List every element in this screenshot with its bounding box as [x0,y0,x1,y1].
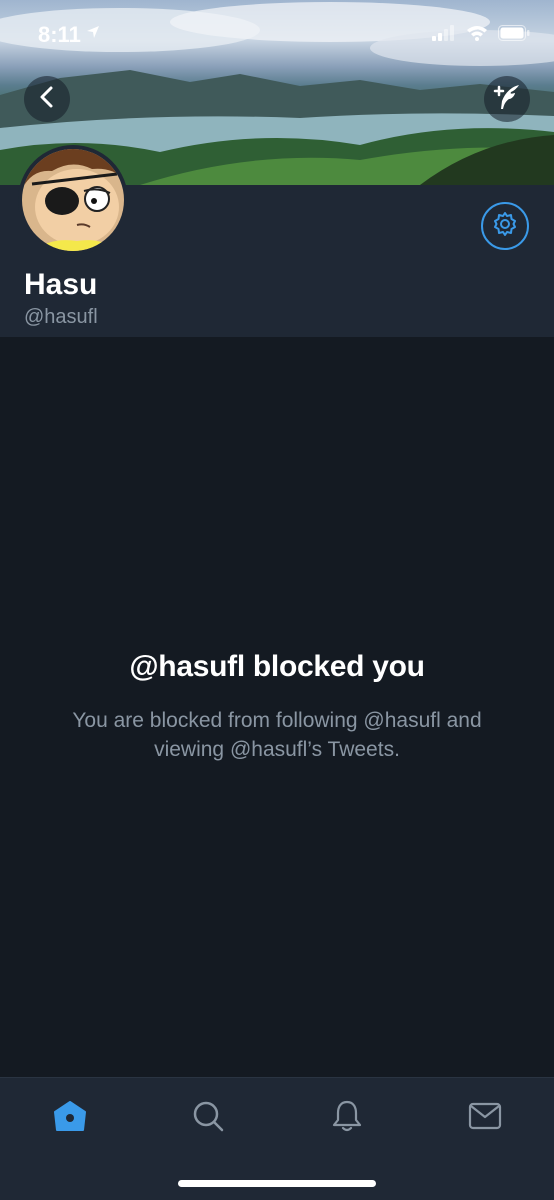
wifi-icon [466,25,488,46]
home-indicator[interactable] [178,1180,376,1187]
profile-display-name: Hasu [24,268,98,301]
blocked-description: You are blocked from following @hasufl a… [72,709,482,761]
compose-tweet-icon [493,83,521,116]
profile-settings-button[interactable] [481,202,529,250]
chevron-left-icon [37,85,57,114]
status-time: 8:11 [38,22,81,47]
gear-icon [492,211,518,242]
home-icon [53,1100,87,1137]
back-button[interactable] [24,76,70,122]
avatar-image [22,149,124,251]
search-icon [191,1099,225,1138]
tab-messages[interactable] [465,1098,505,1138]
tab-search[interactable] [188,1098,228,1138]
profile-handle: @hasufl [24,306,98,328]
avatar[interactable] [18,145,128,255]
tab-home[interactable] [50,1098,90,1138]
signal-icon [432,25,456,46]
location-arrow-icon [86,25,100,44]
envelope-icon [468,1102,502,1135]
blocked-title: @hasufl blocked you [129,650,425,683]
compose-tweet-button[interactable] [484,76,530,122]
status-bar: 8:11 [0,0,554,66]
tab-notifications[interactable] [327,1098,367,1138]
battery-icon [498,25,530,46]
bell-icon [331,1099,363,1138]
